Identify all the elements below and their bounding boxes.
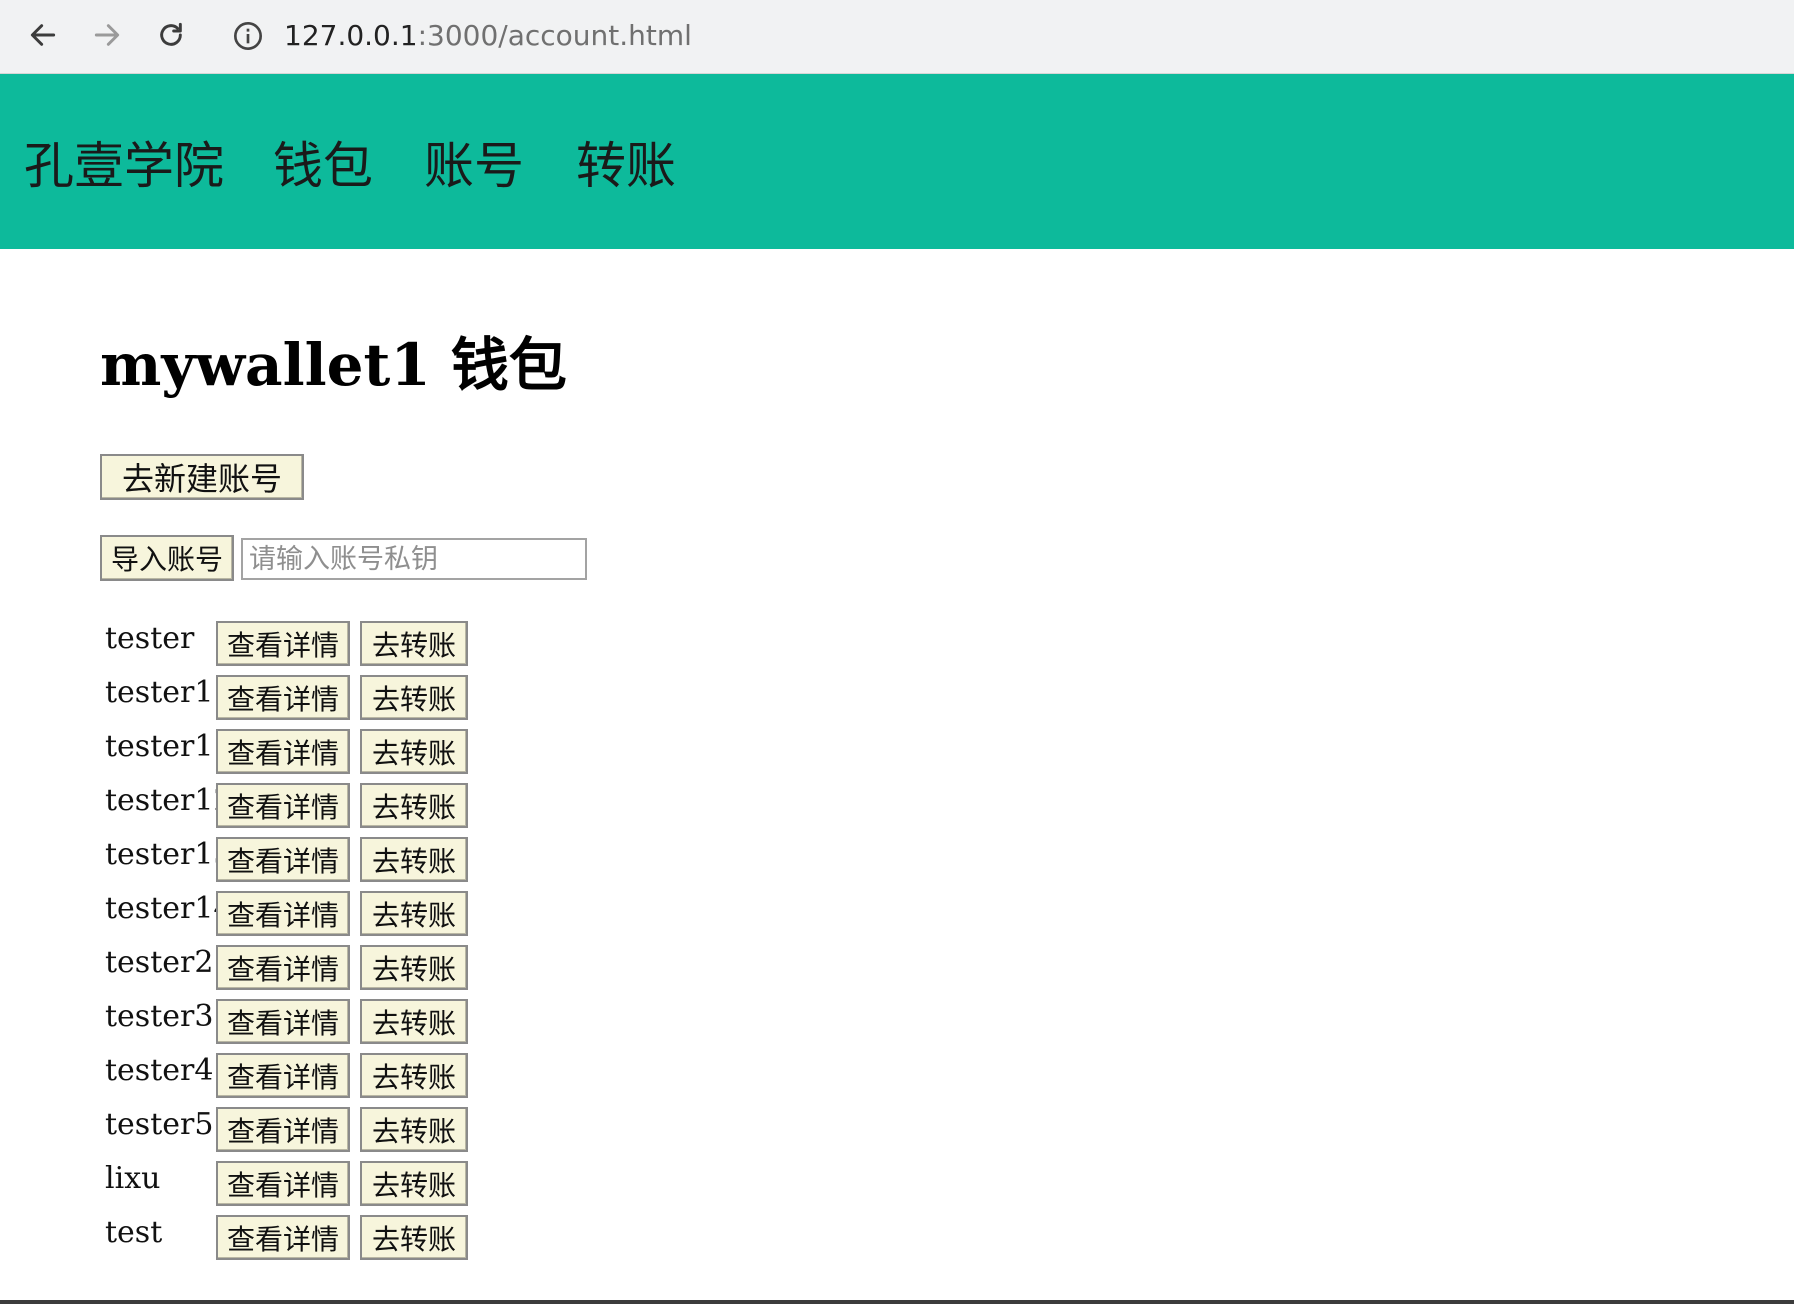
account-row: test 查看详情 去转账 [100, 1206, 500, 1260]
go-transfer-button[interactable]: 去转账 [360, 675, 468, 720]
account-row: tester 查看详情 去转账 [100, 612, 500, 666]
go-transfer-button[interactable]: 去转账 [360, 621, 468, 666]
account-name: tester11 [105, 729, 233, 764]
go-transfer-button[interactable]: 去转账 [360, 1107, 468, 1152]
account-row: tester2 查看详情 去转账 [100, 936, 500, 990]
view-details-button[interactable]: 查看详情 [216, 999, 350, 1044]
account-row: lixu 查看详情 去转账 [100, 1152, 500, 1206]
go-transfer-button[interactable]: 去转账 [360, 945, 468, 990]
account-row: tester12 查看详情 去转账 [100, 774, 500, 828]
go-transfer-button[interactable]: 去转账 [360, 729, 468, 774]
account-row: tester5 查看详情 去转账 [100, 1098, 500, 1152]
info-icon[interactable] [232, 20, 264, 52]
account-row: tester13 查看详情 去转账 [100, 828, 500, 882]
account-name: tester [105, 621, 195, 656]
go-transfer-button[interactable]: 去转账 [360, 837, 468, 882]
go-transfer-button[interactable]: 去转账 [360, 1161, 468, 1206]
account-name: tester12 [105, 783, 233, 818]
private-key-input[interactable] [241, 538, 587, 580]
account-name: tester3 [105, 999, 214, 1034]
address-bar[interactable]: 127.0.0.1:3000/account.html [284, 16, 692, 56]
view-details-button[interactable]: 查看详情 [216, 1107, 350, 1152]
go-transfer-button[interactable]: 去转账 [360, 1053, 468, 1098]
go-transfer-button[interactable]: 去转账 [360, 999, 468, 1044]
browser-toolbar: 127.0.0.1:3000/account.html [0, 0, 1794, 74]
view-details-button[interactable]: 查看详情 [216, 1161, 350, 1206]
view-details-button[interactable]: 查看详情 [216, 945, 350, 990]
account-name: lixu [105, 1161, 161, 1196]
account-name: tester13 [105, 837, 233, 872]
back-arrow-icon[interactable] [20, 12, 66, 58]
nav-item-account[interactable]: 账号 [424, 126, 524, 198]
account-row: tester3 查看详情 去转账 [100, 990, 500, 1044]
account-name: tester5 [105, 1107, 214, 1142]
view-details-button[interactable]: 查看详情 [216, 729, 350, 774]
view-details-button[interactable]: 查看详情 [216, 675, 350, 720]
account-row: tester14 查看详情 去转账 [100, 882, 500, 936]
url-path: :3000/account.html [417, 19, 692, 52]
account-list: tester 查看详情 去转账 tester1 查看详情 去转账 tester11 查看详情去… [100, 612, 500, 1260]
page-title: mywallet1 钱包 [100, 331, 567, 399]
account-name: tester4 [105, 1053, 214, 1088]
account-name: tester14 [105, 891, 233, 926]
view-details-button[interactable]: 查看详情 [216, 837, 350, 882]
import-account-button[interactable]: 导入账号 [100, 535, 234, 581]
forward-arrow-icon[interactable] [84, 12, 130, 58]
reload-icon[interactable] [148, 12, 194, 58]
view-details-button[interactable]: 查看详情 [216, 621, 350, 666]
site-header: 孔壹学院 钱包 账号 转账 [0, 74, 1794, 249]
go-transfer-button[interactable]: 去转账 [360, 1215, 468, 1260]
account-row: tester4 查看详情 去转账 [100, 1044, 500, 1098]
account-row: tester1 查看详情 去转账 [100, 666, 500, 720]
view-details-button[interactable]: 查看详情 [216, 1215, 350, 1260]
view-details-button[interactable]: 查看详情 [216, 891, 350, 936]
account-row: tester11 查看详情 去转账 [100, 720, 500, 774]
go-transfer-button[interactable]: 去转账 [360, 891, 468, 936]
view-details-button[interactable]: 查看详情 [216, 783, 350, 828]
window-bottom-border [0, 1300, 1794, 1304]
account-name: tester1 [105, 675, 214, 710]
go-transfer-button[interactable]: 去转账 [360, 783, 468, 828]
nav-item-wallet[interactable]: 钱包 [273, 126, 373, 198]
account-name: tester2 [105, 945, 214, 980]
new-account-button[interactable]: 去新建账号 [100, 454, 304, 500]
account-name: test [105, 1215, 163, 1250]
nav-item-home[interactable]: 孔壹学院 [24, 126, 224, 198]
view-details-button[interactable]: 查看详情 [216, 1053, 350, 1098]
nav-item-transfer[interactable]: 转账 [576, 126, 676, 198]
url-host: 127.0.0.1 [284, 19, 418, 52]
